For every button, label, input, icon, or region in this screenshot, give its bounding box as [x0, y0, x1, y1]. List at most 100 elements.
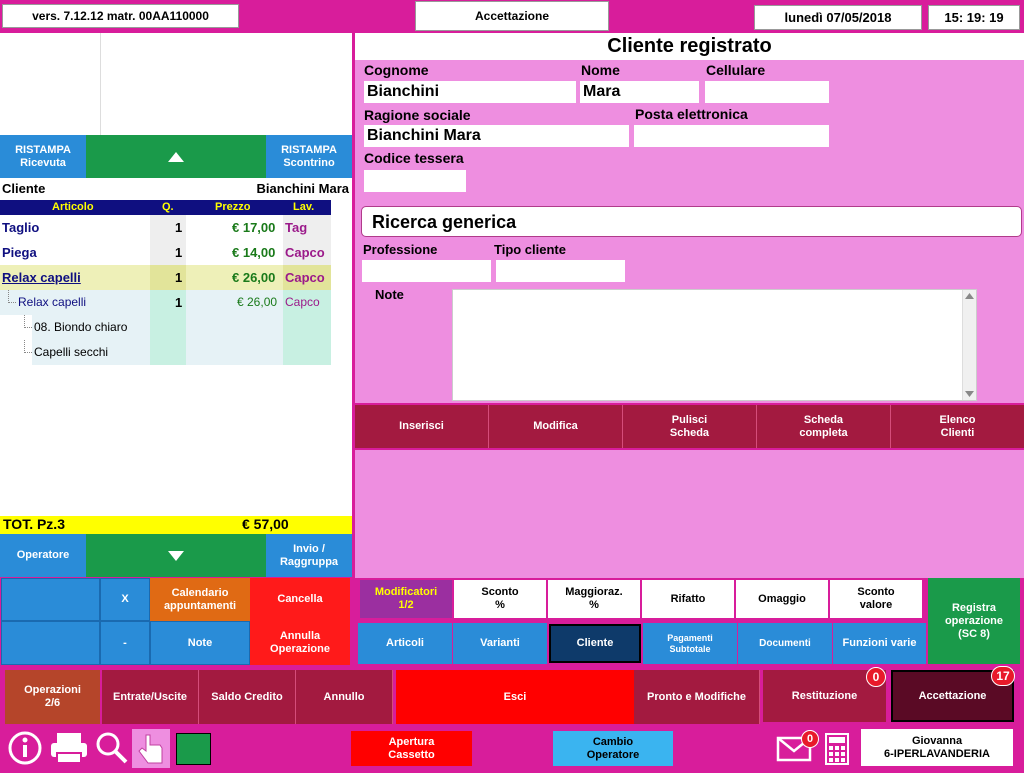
notes-button[interactable]: Note — [150, 621, 250, 665]
col-price: Prezzo — [215, 201, 251, 213]
col-qty: Q. — [162, 201, 174, 213]
cancel-button[interactable]: Cancella — [250, 578, 350, 621]
empty-button[interactable] — [1, 621, 100, 665]
send-group-button[interactable]: Invio / Raggruppa — [266, 534, 352, 577]
clear-form-button[interactable]: Pulisci Scheda — [623, 405, 757, 448]
profession-label: Professione — [363, 242, 438, 257]
search-icon[interactable] — [95, 731, 129, 770]
mail-badge: 0 — [801, 730, 819, 748]
acceptance-badge: 17 — [991, 666, 1015, 686]
table-row-selected[interactable]: Relax capelli 1 € 26,00 Capco — [0, 265, 331, 290]
change-operator-button[interactable]: Cambio Operatore — [553, 731, 673, 766]
name-field[interactable]: Mara — [580, 81, 699, 103]
tab-client[interactable]: Cliente — [549, 624, 641, 663]
total-bar: TOT. Pz.3 € 57,00 — [0, 516, 352, 534]
user-info: Giovanna 6-IPERLAVANDERIA — [861, 729, 1013, 766]
markup-percent-button[interactable]: Maggioraz. % — [548, 580, 640, 618]
redo-button[interactable]: Rifatto — [642, 580, 734, 618]
ready-and-edit-button[interactable]: Pronto e Modifiche — [634, 670, 760, 724]
insert-button[interactable]: Inserisci — [355, 405, 489, 448]
calculator-icon[interactable] — [825, 733, 849, 770]
open-drawer-button[interactable]: Apertura Cassetto — [351, 731, 472, 766]
row-price: € 14,00 — [232, 245, 276, 260]
printer-icon[interactable] — [49, 731, 89, 770]
tab-variants[interactable]: Varianti — [453, 623, 547, 664]
date-display: lunedì 07/05/2018 — [754, 5, 922, 30]
table-row[interactable]: Piega 1 € 14,00 Capco — [0, 240, 331, 265]
info-icon[interactable] — [8, 731, 42, 770]
mobile-field[interactable] — [705, 81, 829, 103]
surname-field[interactable]: Bianchini — [364, 81, 576, 103]
form-header: Cliente registrato — [355, 33, 1024, 60]
table-row-subitem[interactable]: Relax capelli 1 € 26,00 Capco — [0, 290, 331, 315]
scroll-down-icon[interactable] — [965, 391, 974, 397]
minus-button[interactable]: - — [100, 621, 150, 665]
touch-mode-button[interactable] — [132, 729, 170, 768]
discount-percent-button[interactable]: Sconto % — [454, 580, 546, 618]
email-label: Posta elettronica — [635, 106, 748, 122]
form-title: Cliente registrato — [607, 35, 772, 57]
reprint-receipt-button[interactable]: RISTAMPA Ricevuta — [0, 135, 86, 178]
calendar-button[interactable]: Calendario appuntamenti — [150, 578, 250, 621]
tab-documents[interactable]: Documenti — [738, 623, 832, 664]
income-expense-button[interactable]: Entrate/Uscite — [102, 670, 199, 724]
row-lav: Capco — [285, 270, 325, 285]
operations-button[interactable]: Operazioni 2/6 — [5, 670, 100, 724]
table-row[interactable]: Taglio 1 € 17,00 Tag — [0, 215, 331, 240]
x-button[interactable]: X — [100, 578, 150, 621]
client-list-button[interactable]: Elenco Clienti — [891, 405, 1024, 448]
table-row-variant[interactable]: Capelli secchi — [0, 340, 331, 365]
gift-button[interactable]: Omaggio — [736, 580, 828, 618]
empty-button[interactable] — [1, 578, 100, 621]
scroll-up-button[interactable] — [86, 135, 266, 178]
row-lav: Capco — [285, 295, 320, 309]
exit-button[interactable]: Esci — [396, 670, 634, 724]
row-variant: Capelli secchi — [34, 345, 109, 359]
customer-label: Cliente — [2, 181, 46, 196]
arrow-down-icon — [168, 550, 184, 561]
profession-field[interactable] — [362, 260, 491, 282]
edit-button[interactable]: Modifica — [489, 405, 623, 448]
discount-value-button[interactable]: Sconto valore — [830, 580, 922, 618]
mobile-label: Cellulare — [706, 62, 766, 78]
card-field[interactable] — [364, 170, 466, 192]
email-field[interactable] — [634, 125, 829, 147]
row-article: Piega — [2, 245, 37, 260]
table-row-variant[interactable]: 08. Biondo chiaro — [0, 315, 331, 340]
scroll-up-icon[interactable] — [965, 293, 974, 299]
annul-button[interactable]: Annullo — [296, 670, 393, 724]
operator-button[interactable]: Operatore — [0, 534, 86, 577]
tab-articles[interactable]: Articoli — [358, 623, 452, 664]
full-record-button[interactable]: Scheda completa — [757, 405, 891, 448]
tab-misc-functions[interactable]: Funzioni varie — [833, 623, 926, 664]
row-price: € 26,00 — [232, 270, 276, 285]
row-qty: 1 — [175, 295, 183, 310]
company-field[interactable]: Bianchini Mara — [364, 125, 629, 147]
register-operation-button[interactable]: Registra operazione (SC 8) — [928, 578, 1020, 664]
reprint-ticket-button[interactable]: RISTAMPA Scontrino — [266, 135, 352, 178]
notes-scrollbar[interactable] — [962, 290, 976, 400]
status-indicator — [176, 733, 211, 765]
row-price: € 17,00 — [232, 220, 276, 235]
col-article: Articolo — [52, 201, 94, 213]
scroll-down-button[interactable] — [86, 534, 266, 577]
client-type-field[interactable] — [496, 260, 625, 282]
row-price: € 26,00 — [237, 295, 278, 309]
generic-search[interactable]: Ricerca generica — [361, 206, 1022, 237]
row-article: Taglio — [2, 220, 40, 235]
tab-payments[interactable]: Pagamenti Subtotale — [643, 623, 737, 664]
total-pieces: TOT. Pz.3 — [3, 516, 65, 532]
customer-name[interactable]: Bianchini Mara — [257, 181, 349, 196]
arrow-up-icon — [168, 151, 184, 162]
credit-balance-button[interactable]: Saldo Credito — [199, 670, 296, 724]
total-amount: € 57,00 — [242, 516, 289, 532]
screen-title: Accettazione — [415, 1, 609, 31]
cancel-operation-button[interactable]: Annulla Operazione — [250, 621, 350, 665]
version-label: vers. 7.12.12 matr. 00AA110000 — [2, 4, 239, 28]
table-header: Articolo Q. Prezzo Lav. — [0, 200, 331, 215]
notes-textarea[interactable] — [452, 289, 977, 401]
modifiers-button[interactable]: Modificatori 1/2 — [360, 580, 452, 618]
name-label: Nome — [581, 62, 620, 78]
right-empty-area — [355, 450, 1024, 578]
card-label: Codice tessera — [364, 150, 464, 166]
